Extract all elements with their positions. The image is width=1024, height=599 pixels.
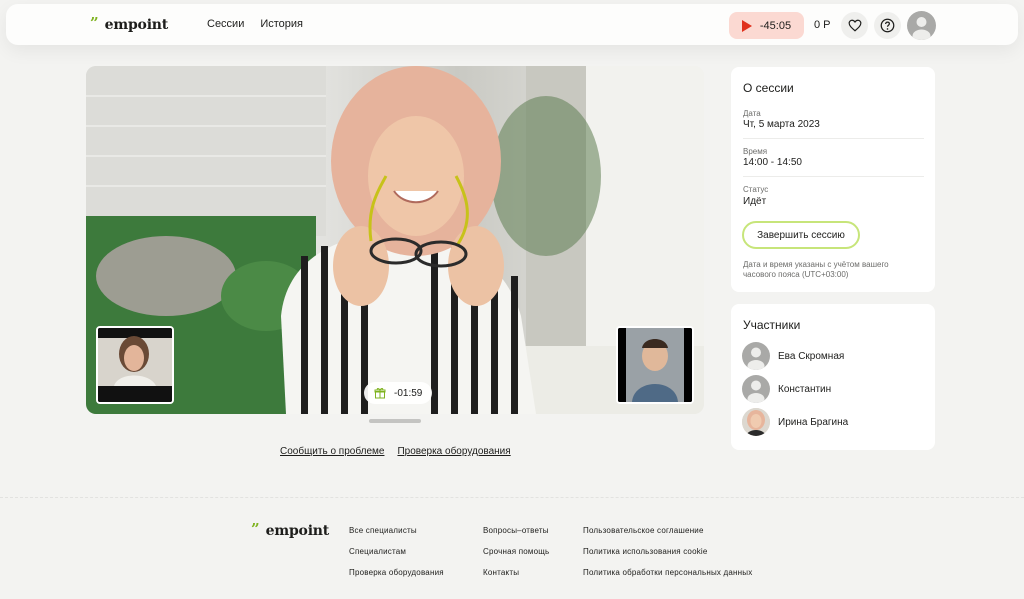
status-value: Идёт bbox=[743, 196, 767, 207]
help-button[interactable] bbox=[874, 12, 901, 39]
time-value: 14:00 - 14:50 bbox=[743, 157, 802, 168]
date-value: Чт, 5 марта 2023 bbox=[743, 119, 820, 130]
participant-name: Ирина Брагина bbox=[778, 416, 849, 428]
time-label: Время bbox=[743, 147, 768, 156]
user-icon bbox=[747, 347, 765, 370]
footer-link[interactable]: Все специалисты bbox=[349, 526, 417, 535]
user-avatar[interactable] bbox=[907, 11, 936, 40]
logo-text: empoint bbox=[104, 17, 169, 33]
footer-link[interactable]: Контакты bbox=[483, 568, 519, 577]
participant-name: Ева Скромная bbox=[778, 350, 845, 362]
footer-link[interactable]: Пользовательское соглашение bbox=[583, 526, 704, 535]
participant-name: Константин bbox=[778, 383, 832, 395]
participants-title: Участники bbox=[743, 318, 801, 332]
balance[interactable]: 0 Р bbox=[814, 19, 831, 31]
help-icon bbox=[880, 18, 895, 33]
footer-logo[interactable]: ” empoint bbox=[251, 519, 330, 539]
date-label: Дата bbox=[743, 109, 761, 118]
participant-item[interactable]: Константин bbox=[742, 375, 831, 403]
video-links: Сообщить о проблеме Проверка оборудовани… bbox=[280, 446, 511, 457]
session-timer-button[interactable]: -45:05 bbox=[729, 12, 804, 39]
logo-mark: ” bbox=[251, 519, 260, 538]
drag-handle[interactable] bbox=[369, 419, 421, 423]
end-session-button[interactable]: Завершить сессию bbox=[742, 221, 860, 249]
report-problem-link[interactable]: Сообщить о проблеме bbox=[280, 446, 384, 457]
gift-icon bbox=[374, 388, 386, 399]
footer-link[interactable]: Политика использования cookie bbox=[583, 547, 708, 556]
footer-link[interactable]: Политика обработки персональных данных bbox=[583, 568, 752, 577]
divider bbox=[743, 138, 924, 139]
participant-thumbnail-image bbox=[618, 328, 692, 402]
main-video[interactable]: -01:59 bbox=[86, 66, 704, 414]
nav-sessions[interactable]: Сессии bbox=[207, 18, 244, 30]
timezone-note: Дата и время указаны с учётом вашего час… bbox=[743, 260, 889, 279]
logo-text: empoint bbox=[265, 523, 330, 539]
participant-item[interactable]: Ева Скромная bbox=[742, 342, 844, 370]
participant-avatar bbox=[742, 375, 770, 403]
session-info-title: О сессии bbox=[743, 81, 794, 95]
equipment-check-link[interactable]: Проверка оборудования bbox=[397, 446, 510, 457]
logo-mark: ” bbox=[90, 13, 99, 32]
session-info-card: О сессии Дата Чт, 5 марта 2023 Время 14:… bbox=[731, 67, 935, 292]
participant-item[interactable]: Ирина Брагина bbox=[742, 408, 848, 436]
gift-timer-value: -01:59 bbox=[394, 387, 423, 399]
footer-divider bbox=[0, 497, 1024, 498]
participants-card: Участники Ева Скромная Константин Ирина … bbox=[731, 304, 935, 450]
participant-photo bbox=[742, 408, 770, 436]
play-icon bbox=[741, 19, 752, 32]
footer-link[interactable]: Срочная помощь bbox=[483, 547, 549, 556]
top-header: ” empoint Сессии История -45:05 0 Р bbox=[6, 4, 1018, 45]
footer-link[interactable]: Проверка оборудования bbox=[349, 568, 444, 577]
participant-avatar bbox=[742, 342, 770, 370]
user-icon bbox=[747, 380, 765, 403]
main-nav: Сессии История bbox=[207, 18, 303, 30]
footer-link[interactable]: Вопросы–ответы bbox=[483, 526, 549, 535]
logo[interactable]: ” empoint bbox=[90, 13, 169, 33]
status-label: Статус bbox=[743, 185, 769, 194]
video-frame-image bbox=[86, 66, 704, 414]
nav-history[interactable]: История bbox=[260, 18, 303, 30]
session-timer-value: -45:05 bbox=[759, 19, 792, 32]
participant-avatar-photo bbox=[742, 408, 770, 436]
footer-link[interactable]: Специалистам bbox=[349, 547, 406, 556]
favorites-button[interactable] bbox=[841, 12, 868, 39]
participant-thumbnail-image bbox=[98, 328, 172, 402]
remote-participant-thumbnail[interactable] bbox=[616, 326, 694, 404]
divider bbox=[743, 176, 924, 177]
self-view-thumbnail[interactable] bbox=[96, 326, 174, 404]
user-icon bbox=[912, 17, 931, 40]
heart-icon bbox=[848, 19, 861, 32]
gift-timer-badge[interactable]: -01:59 bbox=[364, 382, 433, 404]
